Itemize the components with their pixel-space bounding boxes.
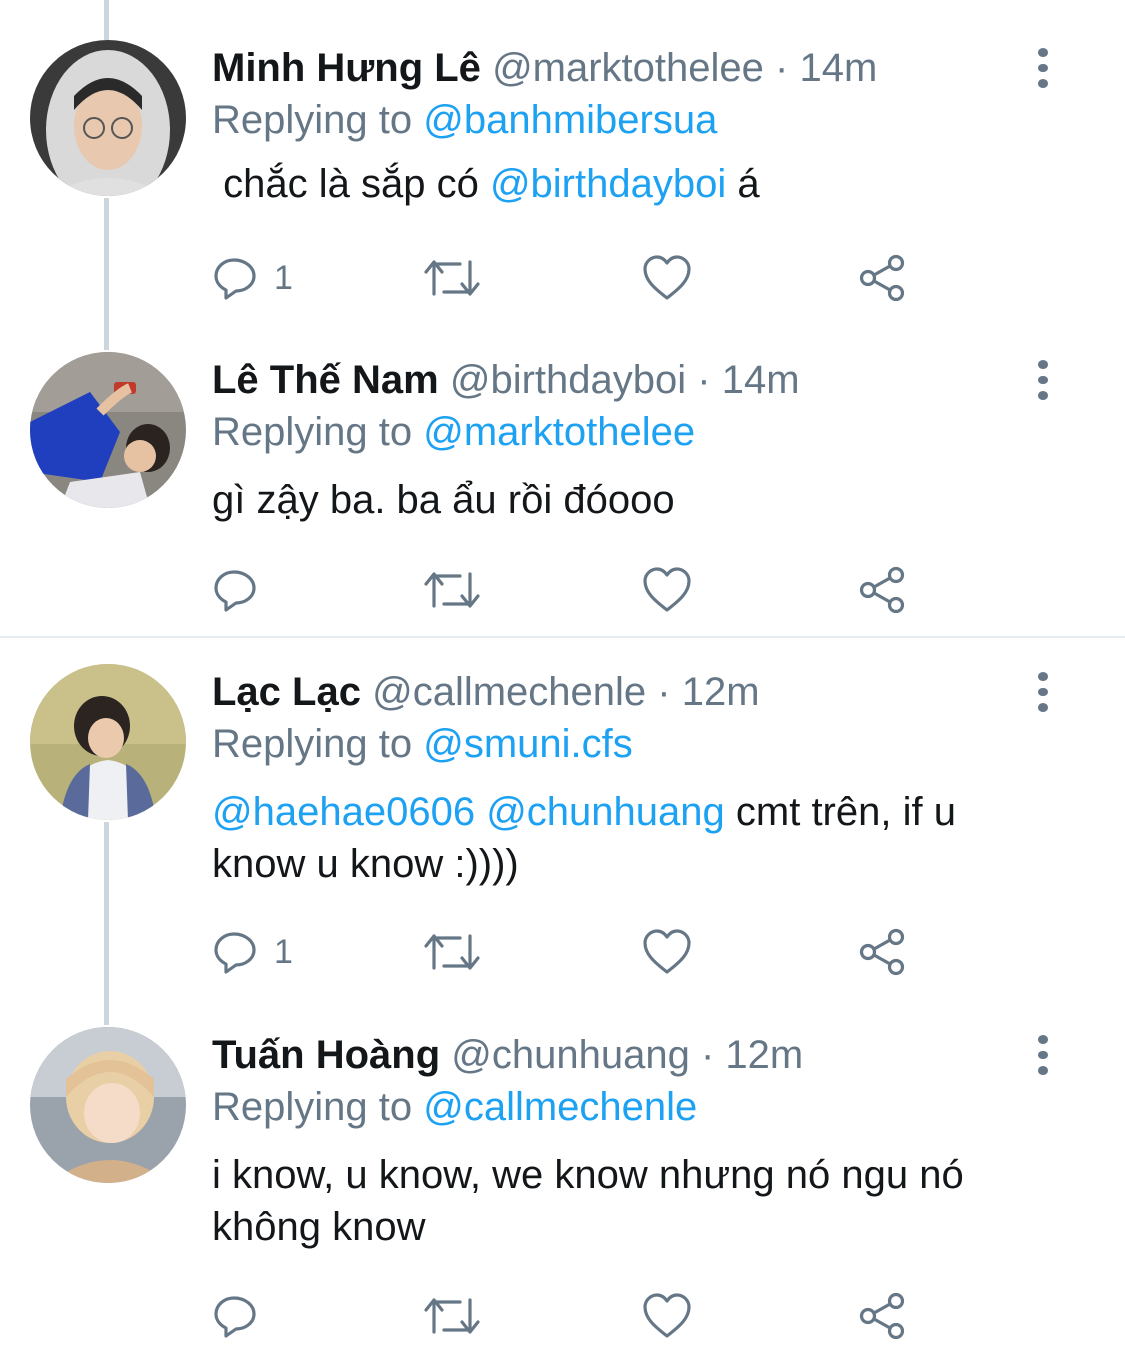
user-handle[interactable]: @birthdayboi <box>450 358 686 402</box>
timestamp[interactable]: · 12m <box>657 670 759 714</box>
tweet-header: Minh Hưng Lê @marktothelee · 14m <box>212 42 1045 94</box>
thread-line <box>104 198 109 350</box>
replying-to: Replying to @marktothelee <box>212 406 1045 458</box>
share-button[interactable] <box>858 250 908 306</box>
display-name[interactable]: Tuấn Hoàng <box>212 1033 440 1077</box>
heart-icon <box>643 255 691 300</box>
tweet-text-part: chắc là sắp có <box>212 162 490 206</box>
replying-label: Replying to <box>212 98 424 142</box>
mention-link[interactable]: @birthdayboi <box>490 162 726 206</box>
avatar[interactable] <box>30 40 186 196</box>
timestamp[interactable]: · 12m <box>701 1033 803 1077</box>
share-icon <box>859 1292 905 1340</box>
retweet-icon <box>424 572 480 608</box>
like-button[interactable] <box>642 562 692 618</box>
tweet-text: chắc là sắp có @birthdayboi á <box>212 158 1045 210</box>
user-handle[interactable]: @chunhuang <box>451 1033 690 1077</box>
thread-line <box>104 0 109 40</box>
tweet-header: Lê Thế Nam @birthdayboi · 14m <box>212 354 1045 406</box>
reply-button[interactable] <box>212 562 274 618</box>
share-button[interactable] <box>858 1288 908 1344</box>
retweet-icon <box>424 1298 480 1334</box>
reply-button[interactable]: 1 <box>212 250 293 306</box>
more-options-icon[interactable] <box>1023 48 1063 89</box>
reply-icon <box>214 570 256 612</box>
reply-count: 1 <box>274 932 293 971</box>
tweet-header: Tuấn Hoàng @chunhuang · 12m <box>212 1029 1045 1081</box>
share-icon <box>859 254 905 302</box>
mention-link[interactable]: @haehae0606 <box>212 790 475 834</box>
reply-button[interactable]: 1 <box>212 924 293 980</box>
replying-label: Replying to <box>212 1085 424 1129</box>
avatar[interactable] <box>30 1027 186 1183</box>
retweet-button[interactable] <box>424 924 480 980</box>
replying-to: Replying to @smuni.cfs <box>212 718 1045 770</box>
conversation-divider <box>0 636 1125 638</box>
heart-icon <box>643 929 691 974</box>
timestamp[interactable]: · 14m <box>697 358 799 402</box>
heart-icon <box>643 567 691 612</box>
more-options-icon[interactable] <box>1023 360 1063 401</box>
reply-icon <box>214 932 256 974</box>
share-icon <box>859 566 905 614</box>
display-name[interactable]: Lạc Lạc <box>212 670 361 714</box>
replying-to: Replying to @banhmibersua <box>212 94 1045 146</box>
replying-to: Replying to @callmechenle <box>212 1081 1045 1133</box>
mention-link[interactable]: @chunhuang <box>486 790 725 834</box>
more-options-icon[interactable] <box>1023 1035 1063 1076</box>
reply-count: 1 <box>274 258 293 297</box>
user-handle[interactable]: @callmechenle <box>372 670 646 714</box>
reply-button[interactable] <box>212 1288 274 1344</box>
timestamp[interactable]: · 14m <box>775 46 877 90</box>
like-button[interactable] <box>642 924 692 980</box>
heart-icon <box>643 1293 691 1338</box>
tweet-header: Lạc Lạc @callmechenle · 12m <box>212 666 1045 718</box>
reply-mention-link[interactable]: @callmechenle <box>423 1085 697 1129</box>
thread-line <box>104 822 109 1025</box>
reply-mention-link[interactable]: @smuni.cfs <box>423 722 633 766</box>
user-handle[interactable]: @marktothelee <box>492 46 764 90</box>
avatar[interactable] <box>30 352 186 508</box>
retweet-button[interactable] <box>424 250 480 306</box>
reply-icon <box>214 1296 256 1338</box>
avatar[interactable] <box>30 664 186 820</box>
share-button[interactable] <box>858 562 908 618</box>
replying-label: Replying to <box>212 722 424 766</box>
tweet-text: i know, u know, we know nhưng nó ngu nó … <box>212 1153 964 1249</box>
more-options-icon[interactable] <box>1023 672 1063 713</box>
reply-mention-link[interactable]: @marktothelee <box>423 410 695 454</box>
retweet-icon <box>424 934 480 970</box>
retweet-button[interactable] <box>424 1288 480 1344</box>
like-button[interactable] <box>642 1288 692 1344</box>
retweet-button[interactable] <box>424 562 480 618</box>
share-button[interactable] <box>858 924 908 980</box>
display-name[interactable]: Minh Hưng Lê <box>212 46 481 90</box>
tweet-text-part: á <box>726 162 760 206</box>
share-icon <box>859 928 905 976</box>
like-button[interactable] <box>642 250 692 306</box>
display-name[interactable]: Lê Thế Nam <box>212 358 439 402</box>
tweet-text: @haehae0606 @chunhuang cmt trên, if u kn… <box>212 786 1045 890</box>
reply-icon <box>214 258 256 300</box>
tweet-text: gì zậy ba. ba ẩu rồi đóooo <box>212 478 675 522</box>
replying-label: Replying to <box>212 410 424 454</box>
reply-mention-link[interactable]: @banhmibersua <box>423 98 717 142</box>
retweet-icon <box>424 260 480 296</box>
